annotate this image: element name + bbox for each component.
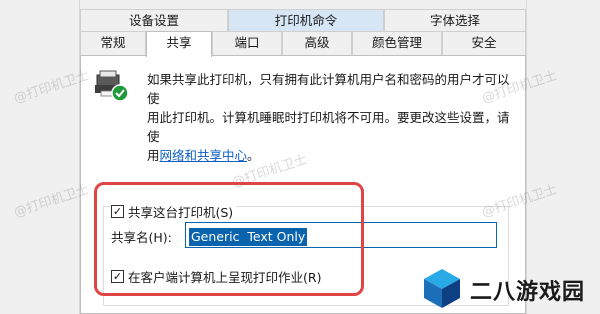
shared-printer-icon — [95, 70, 129, 102]
network-sharing-center-link[interactable]: 网络和共享中心 — [160, 148, 248, 163]
cube-logo-icon — [424, 269, 460, 308]
tab-row-top: 设备设置 打印机命令 字体选择 — [80, 9, 526, 33]
tab-sharing[interactable]: 共享 — [146, 31, 212, 57]
window-right-edge — [526, 0, 600, 314]
tab-color-management[interactable]: 颜色管理 — [352, 31, 442, 55]
brand-name: 二八游戏园 — [470, 280, 586, 305]
info-line-1: 如果共享此打印机，只有拥有此计算机用户名和密码的用户才可以使 — [147, 72, 510, 106]
tab-font-selection[interactable]: 字体选择 — [384, 9, 526, 33]
info-line-3-suffix: 。 — [247, 148, 260, 163]
highlight-annotation-box — [94, 182, 364, 296]
tab-row-bottom: 常规 共享 端口 高级 颜色管理 安全 — [80, 31, 526, 57]
info-line-3: 用网络和共享中心。 — [147, 146, 517, 165]
tab-printer-commands[interactable]: 打印机命令 — [228, 9, 384, 33]
window-left-edge — [0, 0, 80, 314]
info-line-3-prefix: 用 — [147, 148, 160, 163]
tab-security[interactable]: 安全 — [442, 31, 526, 55]
tab-ports[interactable]: 端口 — [212, 31, 282, 55]
tab-general[interactable]: 常规 — [80, 31, 146, 55]
sharing-info-text: 如果共享此打印机，只有拥有此计算机用户名和密码的用户才可以使 用此打印机。计算机… — [147, 70, 517, 165]
tab-advanced[interactable]: 高级 — [282, 31, 352, 55]
info-line-2: 用此打印机。计算机睡眠时打印机将不可用。要更改这些设置，请使 — [147, 110, 510, 144]
tab-device-settings[interactable]: 设备设置 — [80, 9, 228, 33]
